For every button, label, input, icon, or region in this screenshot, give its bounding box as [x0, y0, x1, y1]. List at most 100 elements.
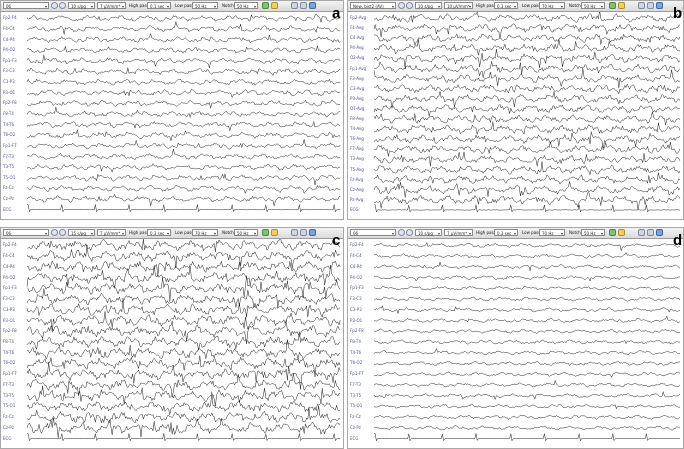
trace-fp2-f4 [26, 13, 341, 23]
trace-fz-cz [26, 405, 341, 424]
montage-select[interactable]: 06 ▾ [3, 2, 49, 9]
forward-icon[interactable] [300, 2, 307, 9]
sensitivity-select[interactable]: 10 s/pg ▾ [68, 2, 95, 9]
next-icon[interactable] [406, 229, 413, 236]
trace-c3-p3 [26, 298, 341, 318]
chevron-down-icon: ▾ [166, 4, 169, 9]
sensitivity-value: 15 s/pg [71, 231, 86, 236]
chevron-down-icon: ▾ [560, 231, 563, 236]
back-icon[interactable] [291, 2, 298, 9]
trace-f3-c3 [26, 67, 341, 76]
notch-select[interactable]: 50 Hz ▾ [234, 2, 258, 9]
trace-c4-avg [373, 33, 681, 47]
sensitivity-select[interactable]: 15 s/pg ▾ [68, 229, 95, 236]
previous-icon[interactable] [398, 2, 405, 9]
notch-label: Notch [569, 3, 581, 8]
trace-t6-o2 [373, 360, 681, 367]
marker-icon[interactable] [618, 2, 625, 9]
next-icon[interactable] [59, 2, 66, 9]
trace-f4-c4 [373, 251, 681, 259]
sensitivity-value: 10 s/pg [418, 231, 433, 236]
gain-select[interactable]: 7 µV/mm* ▾ [444, 229, 473, 236]
gain-select[interactable]: 7 µV/mm* ▾ [97, 229, 126, 236]
trace-p3-avg [373, 91, 681, 109]
high-pass-select[interactable]: 0.3 sec ▾ [147, 229, 171, 236]
next-icon[interactable] [59, 229, 66, 236]
marker-icon[interactable] [271, 2, 278, 9]
trace-o1-avg [373, 104, 681, 117]
panel-letter: c [332, 232, 341, 249]
high-pass-value: 0.3 sec [150, 231, 165, 236]
previous-icon[interactable] [51, 2, 58, 9]
chevron-down-icon: ▾ [253, 4, 256, 9]
settings-icon[interactable] [656, 229, 663, 236]
trace-f4-c4 [26, 244, 341, 269]
previous-icon[interactable] [398, 229, 405, 236]
notch-value: 50 Hz [237, 4, 249, 9]
high-pass-select[interactable]: 0.3 sec ▾ [494, 2, 518, 9]
trace-t4-t6 [373, 347, 681, 355]
low-pass-select[interactable]: 50 Hz ▾ [192, 2, 218, 9]
montage-select[interactable]: 06 ▾ [3, 229, 49, 236]
notch-label: Notch [569, 230, 581, 235]
chevron-down-icon: ▾ [166, 231, 169, 236]
play-icon[interactable] [609, 229, 616, 236]
high-pass-value: 0.3 sec [497, 4, 512, 9]
gain-select[interactable]: 10 µV/mm* ▾ [444, 2, 473, 9]
montage-select[interactable]: 06 ▾ [350, 229, 396, 236]
settings-icon[interactable] [309, 229, 316, 236]
trace-f8-t4 [26, 106, 341, 119]
trace-c3-avg [373, 83, 681, 95]
trace-cz-pz [26, 418, 341, 439]
trace-f7-t3 [373, 379, 681, 388]
sensitivity-select[interactable]: 10 s/pg ▾ [415, 229, 442, 236]
play-icon[interactable] [609, 2, 616, 9]
high-pass-select[interactable]: 0.1 sec ▾ [147, 2, 171, 9]
previous-icon[interactable] [51, 229, 58, 236]
chevron-down-icon: ▾ [513, 4, 516, 9]
back-icon[interactable] [638, 2, 645, 9]
trace-cz-avg [373, 181, 681, 198]
eeg-panel-d: 06 ▾ 10 s/pg ▾ 7 µV/mm* ▾ High pass 0.3 … [347, 227, 684, 449]
trace-f8-t4 [373, 339, 681, 345]
settings-icon[interactable] [309, 2, 316, 9]
back-icon[interactable] [291, 229, 298, 236]
trace-p3-o1 [26, 89, 341, 99]
play-icon[interactable] [262, 229, 269, 236]
high-pass-select[interactable]: 0.3 sec ▾ [494, 229, 518, 236]
low-pass-label: Low pass [522, 3, 541, 8]
montage-value: New, bist2 (AV) [353, 4, 384, 9]
low-pass-select[interactable]: 70 Hz ▾ [192, 229, 218, 236]
marker-icon[interactable] [618, 229, 625, 236]
forward-icon[interactable] [300, 229, 307, 236]
chevron-down-icon: ▾ [90, 231, 93, 236]
trace-c3-p3 [26, 78, 341, 86]
gain-select[interactable]: 7 µV/mm* ▾ [97, 2, 126, 9]
high-pass-label: High pass [476, 3, 496, 8]
next-icon[interactable] [406, 2, 413, 9]
chevron-down-icon: ▾ [600, 4, 603, 9]
marker-icon[interactable] [271, 229, 278, 236]
high-pass-label: High pass [129, 230, 149, 235]
chevron-down-icon: ▾ [437, 231, 440, 236]
trace-t3-t5 [373, 390, 681, 401]
notch-select[interactable]: 50 Hz ▾ [581, 2, 605, 9]
forward-icon[interactable] [647, 2, 654, 9]
play-icon[interactable] [262, 2, 269, 9]
trace-t5-o1 [26, 391, 341, 415]
sensitivity-select[interactable]: 10 s/pg ▾ [415, 2, 442, 9]
low-pass-select[interactable]: 70 Hz ▾ [539, 2, 565, 9]
trace-fz-cz [373, 414, 681, 420]
forward-icon[interactable] [647, 229, 654, 236]
notch-select[interactable]: 50 Hz ▾ [581, 229, 605, 236]
settings-icon[interactable] [656, 2, 663, 9]
montage-select[interactable]: New, bist2 (AV) ▾ [350, 2, 396, 9]
trace-cz-pz [373, 425, 681, 431]
high-pass-value: 0.3 sec [497, 231, 512, 236]
notch-select[interactable]: 50 Hz ▾ [234, 229, 258, 236]
low-pass-select[interactable]: 70 Hz ▾ [539, 229, 565, 236]
low-pass-label: Low pass [175, 3, 194, 8]
eeg-toolbar: New, bist2 (AV) ▾ 10 s/pg ▾ 10 µV/mm* ▾ … [348, 1, 683, 12]
gain-value: 7 µV/mm* [100, 4, 121, 9]
back-icon[interactable] [638, 229, 645, 236]
